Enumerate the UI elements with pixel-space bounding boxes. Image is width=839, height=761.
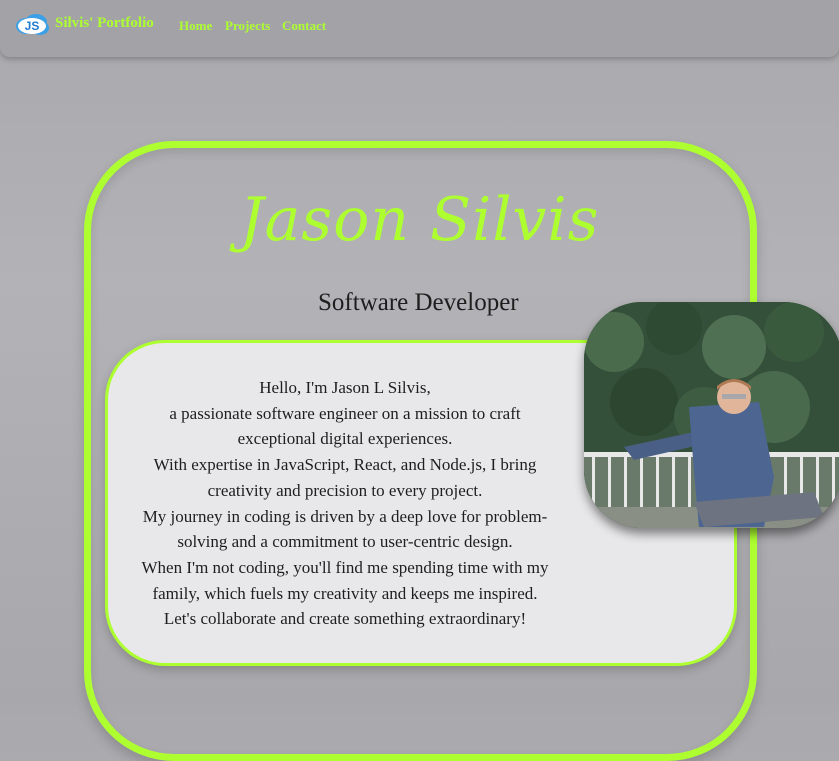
- about-line: exceptional digital experiences.: [237, 429, 453, 449]
- about-line: solving and a commitment to user-centric…: [177, 532, 513, 552]
- about-line: My journey in coding is driven by a deep…: [142, 506, 548, 526]
- hero-name: Jason Silvis: [239, 185, 600, 255]
- hero-role: Software Developer: [318, 289, 519, 316]
- about-line: Hello, I'm Jason L Silvis,: [259, 378, 431, 397]
- profile-photo-image: [584, 302, 839, 528]
- about-line: a passionate software engineer on a miss…: [169, 403, 521, 423]
- about-line: Let's collaborate and create something e…: [163, 609, 527, 629]
- brand-link[interactable]: Silvis' Portfolio: [55, 15, 154, 32]
- logo-text: JS: [25, 19, 40, 33]
- about-line: family, which fuels my creativity and ke…: [152, 583, 538, 603]
- nav-projects-link[interactable]: Projects: [225, 18, 270, 34]
- about-text: Hello, I'm Jason L Silvis, a passionate …: [120, 375, 570, 632]
- about-line: creativity and precision to every projec…: [207, 480, 483, 500]
- logo-icon[interactable]: JS: [14, 13, 50, 37]
- navbar: JS Silvis' Portfolio Home Projects Conta…: [0, 0, 839, 57]
- about-line: When I'm not coding, you'll find me spen…: [141, 557, 549, 577]
- nav-home-link[interactable]: Home: [179, 18, 212, 34]
- nav-contact-link[interactable]: Contact: [282, 18, 326, 34]
- about-line: With expertise in JavaScript, React, and…: [153, 455, 537, 475]
- profile-photo: [584, 302, 839, 528]
